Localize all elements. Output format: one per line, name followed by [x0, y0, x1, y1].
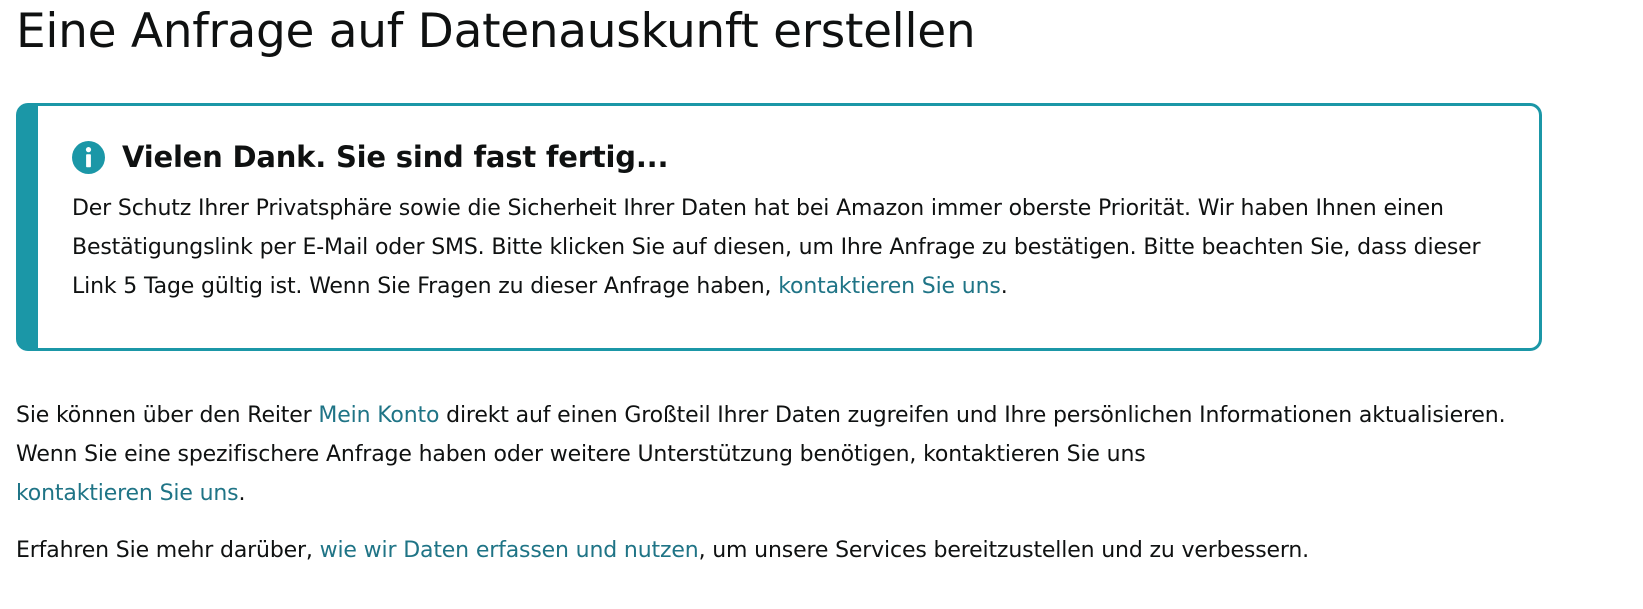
alert-contact-link[interactable]: kontaktieren Sie uns	[778, 274, 1001, 299]
alert-body-text: Der Schutz Ihrer Privatsphäre sowie die …	[72, 196, 1481, 299]
page-title: Eine Anfrage auf Datenauskunft erstellen	[16, 4, 976, 59]
account-paragraph-suffix: .	[238, 481, 246, 506]
alert-title: Vielen Dank. Sie sind fast fertig...	[122, 140, 669, 174]
data-paragraph: Erfahren Sie mehr darüber, wie wir Daten…	[16, 531, 1536, 570]
data-paragraph-prefix: Erfahren Sie mehr darüber,	[16, 538, 320, 563]
contact-us-link[interactable]: kontaktieren Sie uns	[16, 481, 239, 506]
info-icon	[72, 140, 105, 174]
alert-heading: Vielen Dank. Sie sind fast fertig...	[72, 139, 1499, 175]
page: Eine Anfrage auf Datenauskunft erstellen…	[0, 0, 1643, 609]
info-alert: Vielen Dank. Sie sind fast fertig... Der…	[16, 103, 1542, 351]
main-content: Sie können über den Reiter Mein Konto di…	[16, 396, 1536, 570]
alert-body: Der Schutz Ihrer Privatsphäre sowie die …	[72, 189, 1499, 306]
my-account-link[interactable]: Mein Konto	[318, 403, 439, 428]
data-paragraph-suffix: , um unsere Services bereitzustellen und…	[698, 538, 1310, 563]
data-usage-link[interactable]: wie wir Daten erfassen und nutzen	[320, 538, 699, 563]
alert-body-end: .	[1000, 274, 1008, 299]
account-paragraph: Sie können über den Reiter Mein Konto di…	[16, 396, 1536, 513]
account-paragraph-prefix: Sie können über den Reiter	[16, 403, 319, 428]
